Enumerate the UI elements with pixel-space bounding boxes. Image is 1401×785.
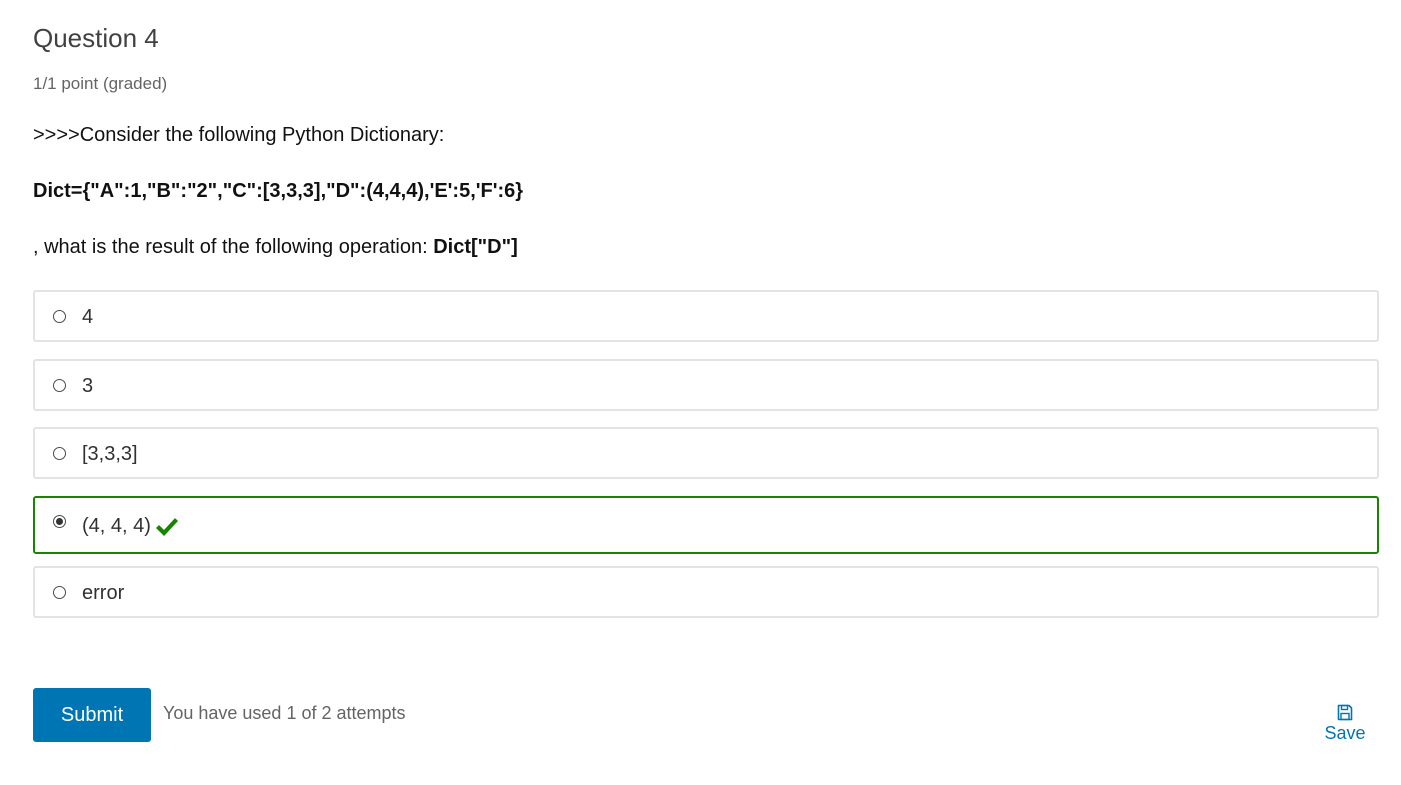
save-label: Save: [1324, 723, 1366, 743]
choice-label: 4: [82, 306, 94, 328]
radio-button[interactable]: [53, 447, 66, 460]
choice-label: [3,3,3]: [82, 443, 138, 465]
question-prompt: , what is the result of the following op…: [33, 233, 518, 261]
submit-button[interactable]: Submit: [33, 688, 151, 742]
check-icon: [156, 518, 178, 536]
question-prompt-expression: Dict["D"]: [433, 236, 518, 258]
choice-label: error: [82, 582, 125, 604]
question-title: Question 4: [33, 23, 159, 53]
radio-button[interactable]: [53, 586, 66, 599]
choice-option-3[interactable]: [3,3,3]: [33, 427, 1379, 479]
choice-option-1[interactable]: 4: [33, 290, 1379, 342]
question-prompt-prefix: , what is the result of the following op…: [33, 236, 434, 258]
question-points: 1/1 point (graded): [33, 74, 168, 93]
choice-option-2[interactable]: 3: [33, 359, 1379, 411]
radio-button-selected[interactable]: [53, 515, 66, 528]
choice-label: (4, 4, 4): [82, 515, 151, 537]
question-intro: >>>>Consider the following Python Dictio…: [33, 124, 445, 146]
radio-button[interactable]: [53, 310, 66, 323]
radio-button[interactable]: [53, 379, 66, 392]
choice-label: 3: [82, 375, 94, 397]
attempts-status: You have used 1 of 2 attempts: [163, 703, 406, 723]
question-code: Dict={"A":1,"B":"2","C":[3,3,3],"D":(4,4…: [33, 180, 524, 202]
save-icon: [1337, 704, 1353, 721]
choice-option-4[interactable]: (4, 4, 4): [33, 496, 1379, 554]
choice-option-5[interactable]: error: [33, 566, 1379, 618]
save-button[interactable]: Save: [1312, 702, 1378, 752]
